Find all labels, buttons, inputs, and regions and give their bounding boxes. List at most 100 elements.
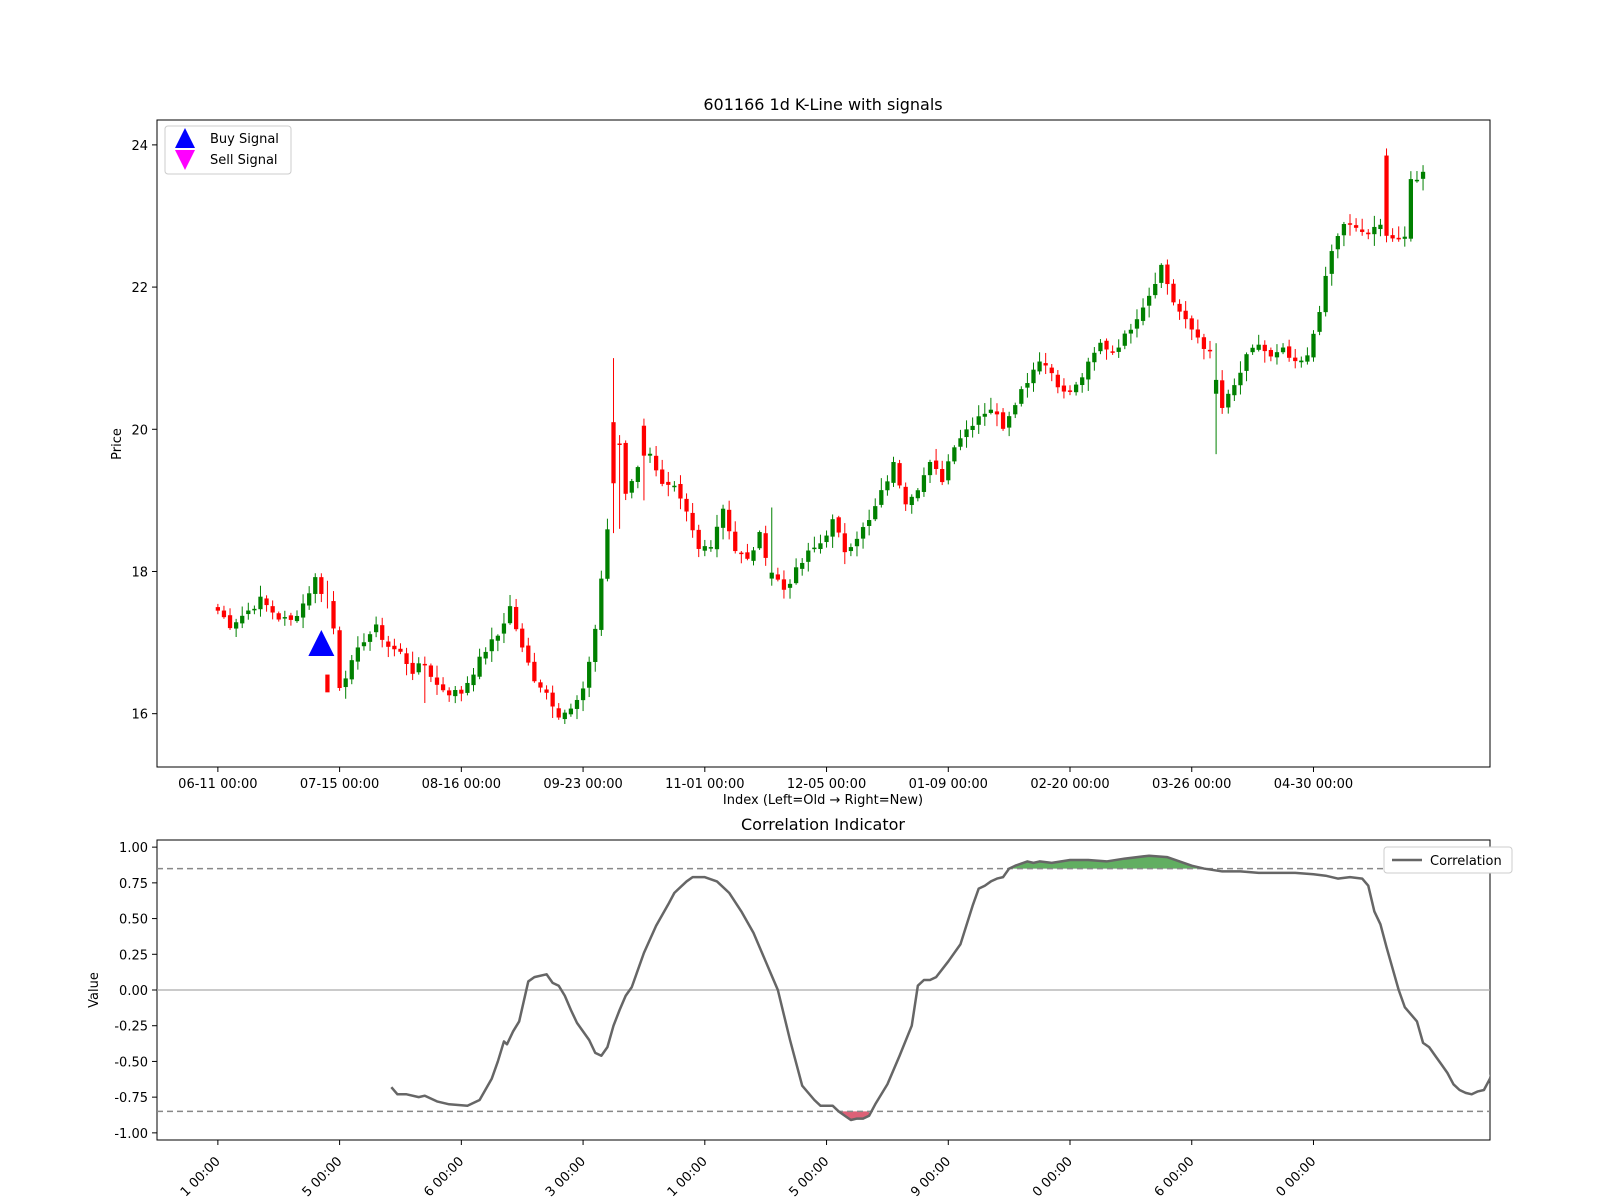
kline-candle-body xyxy=(574,699,580,709)
kline-candle-body xyxy=(1007,416,1012,428)
kline-candle-body xyxy=(623,442,628,494)
kline-candle-body xyxy=(1384,155,1389,236)
kline-candle-body xyxy=(1013,405,1018,415)
kline-candle-body xyxy=(1220,380,1225,408)
kline-candle-body xyxy=(720,508,726,528)
kline-candle-body xyxy=(264,598,269,606)
kline-title: 601166 1d K-Line with signals xyxy=(703,95,942,114)
kline-candle-body xyxy=(1353,225,1359,228)
kline-candle-body xyxy=(313,577,318,594)
kline-y-tick-label: 20 xyxy=(131,423,148,438)
kline-candle-body xyxy=(885,481,890,491)
kline-candle-body xyxy=(440,684,446,691)
kline-candle-body xyxy=(520,628,525,648)
kline-candle-body xyxy=(769,572,774,579)
kline-candle-body xyxy=(940,469,945,483)
kline-candle-body xyxy=(818,543,823,550)
kline-x-tick-label: 04-30 00:00 xyxy=(1274,777,1353,792)
kline-x-tick-label: 09-23 00:00 xyxy=(543,777,622,792)
kline-candle-body xyxy=(1256,344,1261,350)
kline-candle-body xyxy=(1080,377,1085,386)
kline-candle-body xyxy=(751,550,756,561)
correlation-x-tick-label: 0 00:00 xyxy=(1030,1154,1076,1200)
kline-candle-body xyxy=(879,490,884,505)
correlation-x-tick-label: 6 00:00 xyxy=(1152,1154,1198,1200)
kline-candle-body xyxy=(349,660,354,680)
kline-candle-body xyxy=(483,651,488,659)
kline-candle-body xyxy=(1195,329,1200,338)
correlation-x-tick-label: 6 00:00 xyxy=(421,1154,467,1200)
correlation-y-tick-label: -0.50 xyxy=(114,1055,148,1070)
kline-candle-body xyxy=(1360,229,1365,232)
kline-candle-body xyxy=(1347,223,1353,225)
kline-candle-body xyxy=(1402,236,1407,239)
correlation-x-tick-label: 0 00:00 xyxy=(1273,1154,1319,1200)
kline-candle-body xyxy=(1147,295,1152,306)
kline-candle-body xyxy=(471,674,476,686)
kline-x-tick-label: 11-01 00:00 xyxy=(665,777,744,792)
kline-legend: Buy Signal Sell Signal xyxy=(164,125,292,175)
correlation-x-tick-label: 1 00:00 xyxy=(665,1154,711,1200)
kline-candle-body xyxy=(1019,389,1024,404)
kline-candle-body xyxy=(373,624,379,633)
kline-candle-body xyxy=(714,526,720,550)
kline-candle-body xyxy=(1092,352,1097,363)
correlation-title: Correlation Indicator xyxy=(741,815,905,834)
kline-candle-body xyxy=(1073,384,1079,393)
kline-candle-body xyxy=(276,613,281,620)
kline-x-label: Index (Left=Old → Right=New) xyxy=(723,793,923,808)
kline-candle-body xyxy=(227,615,233,629)
kline-candle-body xyxy=(331,601,336,629)
kline-candle-body xyxy=(221,610,227,618)
correlation-legend: Correlation xyxy=(1383,846,1513,874)
kline-candle-body xyxy=(1201,337,1207,349)
kline-candle-body xyxy=(666,481,671,485)
kline-candle-body xyxy=(337,630,342,688)
kline-candle-body xyxy=(994,411,1000,415)
kline-candle-body xyxy=(288,615,294,620)
kline-candle-body xyxy=(1341,224,1347,236)
kline-x-tick-label: 03-26 00:00 xyxy=(1152,777,1231,792)
kline-candle-body xyxy=(696,529,701,549)
kline-candle-body xyxy=(495,635,500,641)
kline-candle-body xyxy=(258,596,263,610)
kline-candle-body xyxy=(532,661,537,682)
kline-candle-body xyxy=(513,606,519,630)
kline-candle-body xyxy=(550,692,555,707)
sell-legend-label: Sell Signal xyxy=(210,153,278,168)
kline-candle-body xyxy=(416,663,421,673)
kline-candle-body xyxy=(946,461,951,481)
kline-candle-body xyxy=(1299,360,1304,363)
kline-y-tick-label: 18 xyxy=(131,565,148,580)
kline-candle-body xyxy=(587,661,592,688)
kline-panel: 601166 1d K-Line with signals 16 18 20 22 24… xyxy=(110,95,1491,808)
kline-candle-body xyxy=(434,677,440,685)
kline-candle-body xyxy=(933,460,939,470)
kline-candle-body xyxy=(605,529,610,579)
kline-candle-body xyxy=(647,453,653,456)
kline-candle-body xyxy=(386,641,391,647)
kline-candle-body xyxy=(1055,374,1060,388)
kline-candle-body xyxy=(982,413,987,417)
kline-candle-body xyxy=(988,409,994,413)
kline-candle-body xyxy=(952,447,957,462)
kline-candle-body xyxy=(915,490,920,499)
kline-candle-body xyxy=(793,567,799,584)
chart-figure: 601166 1d K-Line with signals 16 18 20 22 24… xyxy=(87,95,1513,1200)
kline-candle-body xyxy=(544,689,549,693)
kline-candle-body xyxy=(1293,357,1298,362)
kline-candle-body xyxy=(325,674,330,693)
kline-candle-body xyxy=(800,562,805,569)
kline-candle-body xyxy=(836,517,841,533)
kline-candle-body xyxy=(215,607,220,611)
kline-candle-body xyxy=(1067,390,1073,392)
kline-candle-body xyxy=(599,578,604,630)
kline-candle-body xyxy=(775,574,780,580)
kline-candle-body xyxy=(1031,369,1036,384)
kline-candle-body xyxy=(763,533,768,558)
kline-candle-body xyxy=(958,438,963,447)
kline-candle-body xyxy=(787,583,793,588)
kline-candle-body xyxy=(538,682,543,688)
kline-candle-body xyxy=(653,455,659,471)
kline-y-tick-label: 24 xyxy=(131,139,148,154)
